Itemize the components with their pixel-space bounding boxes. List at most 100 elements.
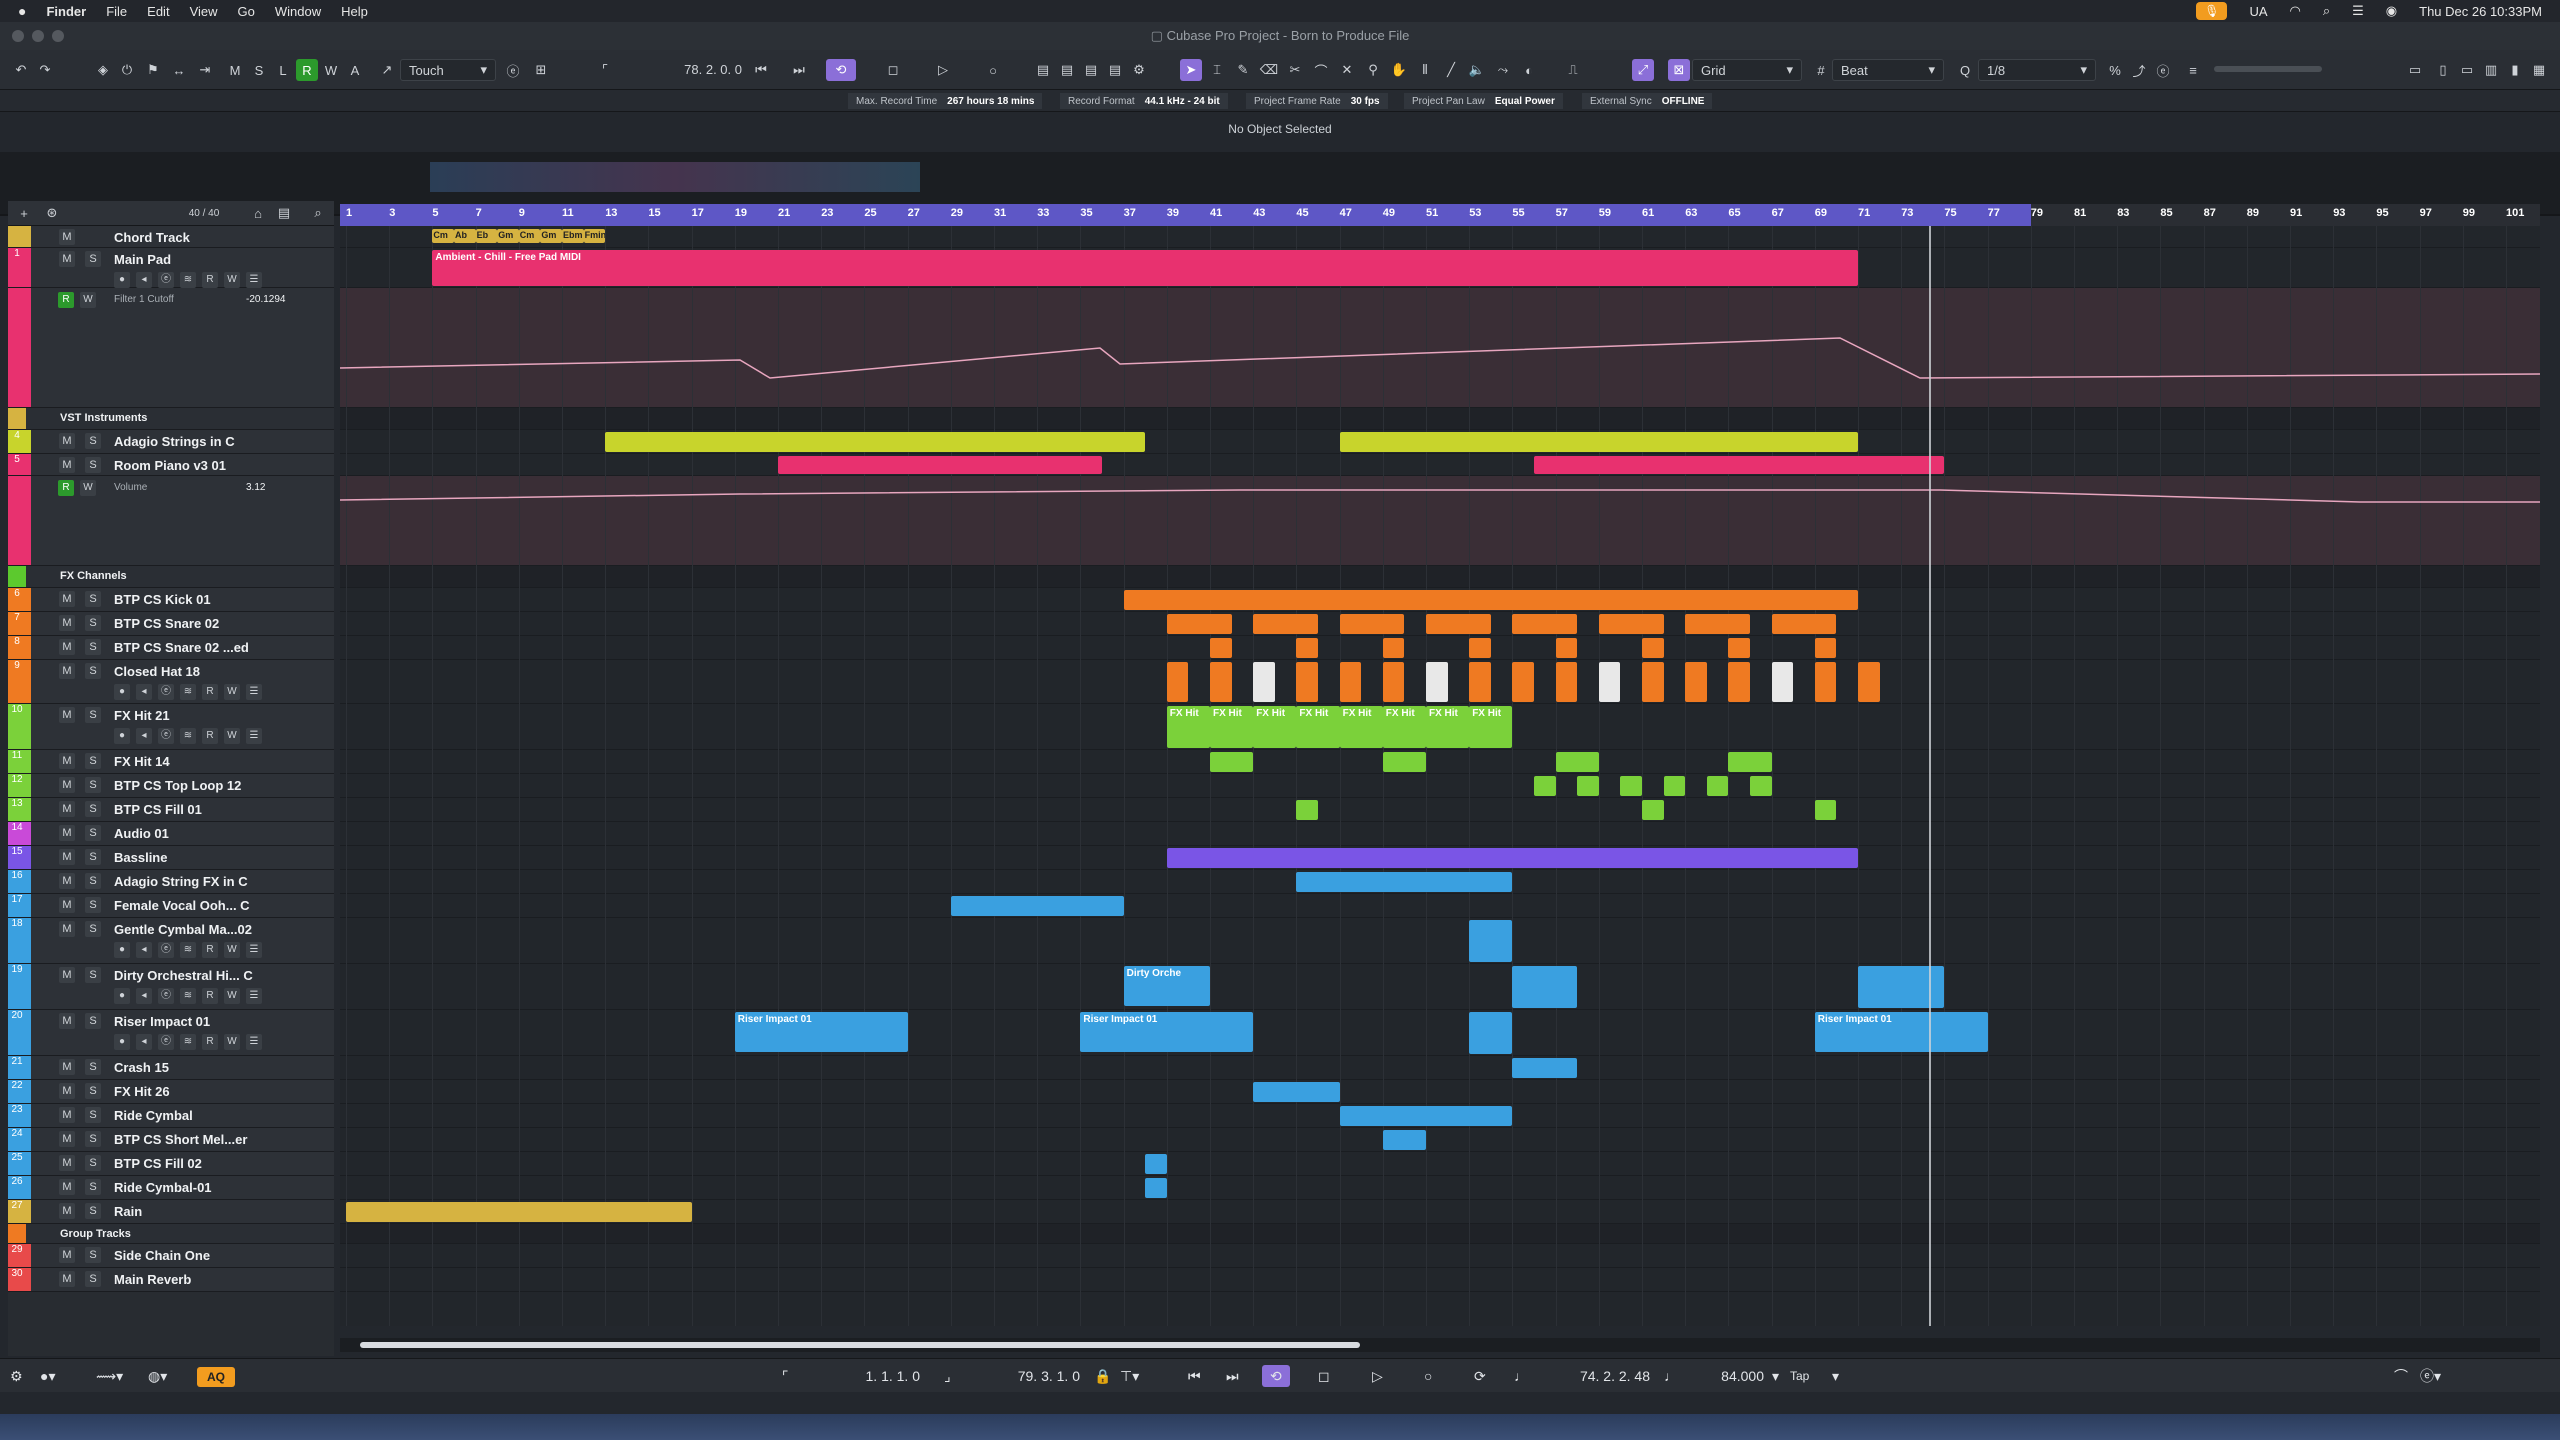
snap-on-off-button[interactable]: ⤢ [1632, 59, 1654, 81]
transport-record-icon[interactable]: ○ [1424, 1365, 1432, 1387]
event-clip[interactable] [1858, 662, 1880, 702]
rack-icon[interactable]: ▦ [2528, 59, 2550, 81]
tempo-icon[interactable]: ♩ [1664, 1365, 1678, 1387]
object-select-tool-icon[interactable]: ➤ [1180, 59, 1202, 81]
event-clip[interactable] [1166, 662, 1189, 702]
event-clip[interactable] [1814, 638, 1837, 658]
event-clip[interactable]: FX Hit [1210, 706, 1254, 748]
event-clip[interactable] [1512, 966, 1578, 1008]
event-clip[interactable] [1620, 776, 1642, 796]
menu-icon[interactable]: ☰ [246, 988, 262, 1004]
event-clip[interactable] [1210, 752, 1254, 772]
mute-button[interactable]: M [59, 1203, 75, 1219]
left-locator-icon[interactable]: ⌜ [782, 1365, 789, 1387]
tool-1-icon[interactable]: ▤ [1032, 59, 1054, 81]
solo-button[interactable]: S [85, 1059, 101, 1075]
punch-icon[interactable]: ⟿▾ [96, 1365, 123, 1387]
mute-button[interactable]: M [59, 801, 75, 817]
track-main-reverb[interactable]: 30 M S Main Reverb [8, 1268, 334, 1292]
lane-side-chain-one[interactable] [340, 1244, 2540, 1268]
track-name[interactable]: Ride Cymbal-01 [114, 1180, 212, 1195]
track-adagio-strings-in-c[interactable]: 4 M S Adagio Strings in C [8, 430, 334, 454]
lane-btp-cs-short-mel-er[interactable] [340, 1128, 2540, 1152]
track-crash-15[interactable]: 21 M S Crash 15 [8, 1056, 334, 1080]
event-clip[interactable] [1858, 966, 1945, 1008]
mute-button[interactable]: M [59, 873, 75, 889]
lanes-icon[interactable]: ≋ [180, 684, 196, 700]
event-clip[interactable] [1210, 662, 1232, 702]
event-clip[interactable] [1728, 638, 1750, 658]
mute-button[interactable]: M [59, 1247, 75, 1263]
track-name[interactable]: Bassline [114, 850, 167, 865]
track-name[interactable]: Side Chain One [114, 1248, 210, 1263]
transport-play-icon[interactable]: ▷ [1372, 1365, 1383, 1387]
track-name[interactable]: BTP CS Short Mel...er [114, 1132, 247, 1147]
menu-app-finder[interactable]: Finder [46, 4, 86, 19]
timeline-ruler[interactable]: 1 3 5 7 9 11 13 15 17 19 21 23 25 27 29 31 33 35 37 39 41 43 4… [340, 204, 2540, 226]
event-clip[interactable]: Eb [475, 229, 498, 243]
solo-button[interactable]: S [85, 639, 101, 655]
read-button[interactable]: R [58, 292, 74, 308]
transport-position-display[interactable]: 74. 2. 2. 48 [1540, 1365, 1650, 1387]
track-name[interactable]: Closed Hat 18 [114, 664, 200, 679]
transport-next-icon[interactable]: ⏭ [1226, 1365, 1239, 1387]
event-clip[interactable] [1642, 800, 1664, 820]
right-zone-icon[interactable]: ▮ [2504, 59, 2526, 81]
track-fx-hit-26[interactable]: 22 M S FX Hit 26 [8, 1080, 334, 1104]
event-clip[interactable] [1512, 614, 1578, 634]
marker-icon[interactable]: ⚑ [142, 59, 164, 81]
erase-tool-icon[interactable]: ⌫ [1258, 59, 1280, 81]
mute-button[interactable]: M [59, 1179, 75, 1195]
event-clip[interactable] [1598, 662, 1621, 702]
automation-value[interactable]: 3.12 [246, 482, 265, 493]
write-button[interactable]: W [224, 942, 240, 958]
event-clip[interactable] [1210, 638, 1232, 658]
lanes-icon[interactable]: ≋ [180, 942, 196, 958]
read-button[interactable]: R [202, 684, 218, 700]
mute-button[interactable]: M [59, 663, 75, 679]
event-clip[interactable] [1426, 614, 1491, 634]
lane-fx-hit-26[interactable] [340, 1080, 2540, 1104]
event-clip[interactable] [1123, 590, 1858, 610]
mute-button[interactable]: M [59, 753, 75, 769]
track-btp-cs-fill-02[interactable]: 25 M S BTP CS Fill 02 [8, 1152, 334, 1176]
track-dirty-orchestral-hi-c[interactable]: 19 M S Dirty Orchestral Hi... C ● ◂ ⓔ ≋ R W ☰ [8, 964, 334, 1010]
solo-button[interactable]: S [85, 1013, 101, 1029]
event-clip[interactable] [950, 896, 1124, 916]
redo-icon[interactable]: ↷ [34, 59, 56, 81]
record-button[interactable]: ○ [982, 59, 1004, 81]
mute-button[interactable]: M [59, 433, 75, 449]
track-name[interactable]: BTP CS Fill 01 [114, 802, 202, 817]
write-button[interactable]: W [224, 684, 240, 700]
track-rain[interactable]: 27 M S Rain [8, 1200, 334, 1224]
activate-project-icon[interactable]: ⏻ [116, 59, 138, 81]
glue-tool-icon[interactable]: ⌒ [1310, 59, 1332, 81]
track-btp-cs-snare-02-ed[interactable]: 8 M S BTP CS Snare 02 ...ed [8, 636, 334, 660]
menu-icon[interactable]: ☰ [246, 942, 262, 958]
project-cursor[interactable] [1929, 226, 1932, 1326]
event-clip[interactable]: Riser Impact 01 [1814, 1012, 1988, 1052]
track-name[interactable]: Gentle Cymbal Ma...02 [114, 922, 252, 937]
output-icon[interactable]: ⓔ▾ [2420, 1365, 2441, 1387]
line-tool-icon[interactable]: ╱ [1440, 59, 1462, 81]
metronome-icon[interactable]: ◍▾ [148, 1365, 167, 1387]
event-clip[interactable] [1426, 662, 1448, 702]
lane-btp-cs-snare-02-ed[interactable] [340, 636, 2540, 660]
event-clip[interactable] [1814, 662, 1837, 702]
event-clip[interactable] [1469, 638, 1491, 658]
automation-curve[interactable] [340, 476, 2540, 566]
menu-help[interactable]: Help [341, 4, 368, 19]
suspend-icon[interactable]: ⓔ [502, 59, 524, 81]
solo-button[interactable]: S [85, 777, 101, 793]
read-button[interactable]: R [202, 728, 218, 744]
track-fx-channels[interactable]: FX Channels [8, 566, 334, 588]
marker-select-icon[interactable]: ⊤▾ [1120, 1365, 1139, 1387]
read-automation-button[interactable]: R [296, 59, 318, 81]
search-tracks-icon[interactable]: ⌕ [308, 202, 328, 224]
solo-button[interactable]: S [85, 433, 101, 449]
undo-icon[interactable]: ↶ [10, 59, 32, 81]
automation-curve[interactable] [340, 288, 2540, 408]
event-clip[interactable]: Riser Impact 01 [734, 1012, 908, 1052]
event-clip[interactable] [1642, 638, 1664, 658]
right-locator-icon[interactable]: ⌟ [944, 1365, 951, 1387]
